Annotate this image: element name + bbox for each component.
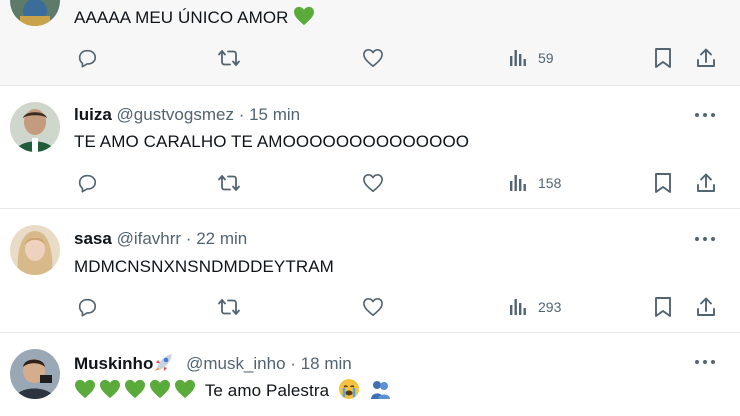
display-name[interactable]: Muskinho xyxy=(74,354,153,373)
share-button[interactable] xyxy=(695,294,717,320)
reply-button[interactable] xyxy=(76,294,98,320)
repost-icon xyxy=(218,50,240,66)
green-heart-icon xyxy=(174,379,196,404)
reply-icon xyxy=(78,174,97,193)
green-heart-icon xyxy=(99,379,121,404)
post-item[interactable]: Muskinho @musk_inho · 18 min Te amo Pale… xyxy=(0,334,740,416)
separator: · xyxy=(290,354,296,373)
like-button[interactable] xyxy=(362,294,384,320)
more-icon xyxy=(695,237,715,241)
post-header: luiza @gustvogsmez · 15 min xyxy=(74,105,300,125)
reply-button[interactable] xyxy=(76,170,98,196)
post-time[interactable]: 22 min xyxy=(196,229,247,248)
repost-button[interactable] xyxy=(217,170,241,196)
avatar[interactable] xyxy=(10,0,60,26)
like-icon xyxy=(363,298,383,316)
green-heart-icon xyxy=(149,379,171,404)
separator: · xyxy=(185,229,192,248)
views-icon xyxy=(510,50,526,66)
views-button[interactable]: 59 xyxy=(508,45,554,71)
views-count: 59 xyxy=(538,50,554,66)
share-icon xyxy=(697,48,715,67)
post-text: TE AMO CARALHO TE AMOOOOOOOOOOOOOO xyxy=(74,132,470,151)
post-header: sasa @ifavhrr · 22 min xyxy=(74,229,247,249)
views-icon xyxy=(510,299,526,315)
more-button[interactable] xyxy=(692,352,718,372)
bookmark-icon xyxy=(655,297,671,317)
post-actions: 59 xyxy=(74,45,724,71)
post-text: MDMCNSNXNSNDMDDEYTRAM xyxy=(74,257,334,276)
user-handle[interactable]: @ifavhrr xyxy=(117,229,182,248)
post-time[interactable]: 15 min xyxy=(249,105,300,124)
share-icon xyxy=(697,173,715,192)
avatar[interactable] xyxy=(10,102,60,152)
share-icon xyxy=(697,297,715,316)
repost-button[interactable] xyxy=(217,294,241,320)
more-button[interactable] xyxy=(692,105,718,125)
post-item[interactable]: luiza @gustvogsmez · 15 min TE AMO CARAL… xyxy=(0,87,740,209)
like-button[interactable] xyxy=(362,170,384,196)
display-name[interactable]: luiza xyxy=(74,105,112,124)
post-actions: 293 xyxy=(74,294,724,320)
crying-face-icon xyxy=(338,378,360,405)
bookmark-button[interactable] xyxy=(654,294,672,320)
post-actions: 158 xyxy=(74,170,724,196)
like-button[interactable] xyxy=(362,45,384,71)
post-text: Te amo Palestra xyxy=(74,378,391,405)
post-time[interactable]: 18 min xyxy=(301,354,352,373)
user-handle[interactable]: @gustvogsmez xyxy=(117,105,234,124)
separator: · xyxy=(238,105,245,124)
user-handle[interactable]: @musk_inho xyxy=(186,354,285,373)
more-button[interactable] xyxy=(692,229,718,249)
share-button[interactable] xyxy=(695,170,717,196)
bookmark-icon xyxy=(655,173,671,193)
like-icon xyxy=(363,174,383,192)
post-header: Muskinho @musk_inho · 18 min xyxy=(74,352,352,377)
bookmark-button[interactable] xyxy=(654,170,672,196)
views-button[interactable]: 158 xyxy=(508,170,561,196)
reply-icon xyxy=(78,49,97,68)
hug-icon xyxy=(369,378,391,405)
green-heart-icon xyxy=(74,379,96,404)
repost-icon xyxy=(218,299,240,315)
reply-icon xyxy=(78,298,97,317)
views-button[interactable]: 293 xyxy=(508,294,561,320)
avatar[interactable] xyxy=(10,349,60,399)
views-count: 158 xyxy=(538,175,562,191)
share-button[interactable] xyxy=(695,45,717,71)
views-icon xyxy=(510,175,526,191)
post-item[interactable]: sasa @ifavhrr · 22 min MDMCNSNXNSNDMDDEY… xyxy=(0,210,740,333)
bookmark-icon xyxy=(655,48,671,68)
green-heart-icon xyxy=(124,379,146,404)
more-icon xyxy=(695,113,715,117)
repost-icon xyxy=(218,175,240,191)
avatar[interactable] xyxy=(10,225,60,275)
repost-button[interactable] xyxy=(217,45,241,71)
reply-button[interactable] xyxy=(76,45,98,71)
post-text: AAAAA MEU ÚNICO AMOR xyxy=(74,6,315,31)
display-name[interactable]: sasa xyxy=(74,229,112,248)
like-icon xyxy=(363,49,383,67)
views-count: 293 xyxy=(538,299,562,315)
rocket-icon xyxy=(153,352,175,377)
post-item[interactable]: AAAAA MEU ÚNICO AMOR 59 xyxy=(0,0,740,86)
green-heart-icon xyxy=(293,6,315,31)
more-icon xyxy=(695,360,715,364)
bookmark-button[interactable] xyxy=(654,45,672,71)
